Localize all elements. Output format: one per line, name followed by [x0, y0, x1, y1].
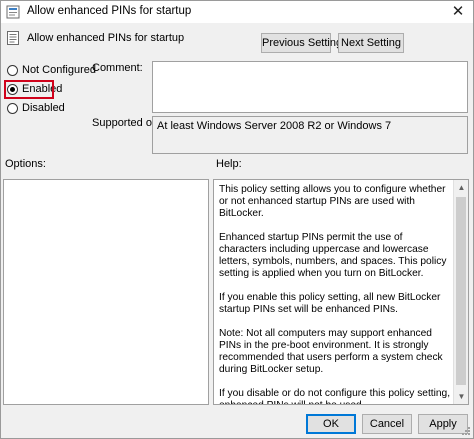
help-paragraph: Note: Not all computers may support enha… — [219, 328, 443, 375]
window-title: Allow enhanced PINs for startup — [27, 5, 192, 17]
scroll-up-arrow-icon[interactable]: ▲ — [454, 180, 468, 195]
cancel-button[interactable]: Cancel — [362, 414, 412, 434]
radio-not-configured-label: Not Configured — [22, 64, 96, 76]
next-setting-button[interactable]: Next Setting — [338, 33, 404, 53]
help-text: This policy setting allows you to config… — [219, 184, 451, 404]
scroll-down-arrow-icon[interactable]: ▼ — [454, 389, 468, 404]
help-paragraph: Enhanced startup PINs permit the use of … — [219, 232, 447, 279]
help-scrollbar[interactable]: ▲ ▼ — [453, 180, 468, 404]
ok-button[interactable]: OK — [306, 414, 356, 434]
scroll-thumb[interactable] — [456, 197, 466, 385]
policy-dialog-window: Allow enhanced PINs for startup ✕ Allow … — [0, 0, 474, 439]
comment-textarea[interactable] — [152, 61, 468, 113]
supported-on-value: At least Windows Server 2008 R2 or Windo… — [152, 116, 468, 154]
policy-document-icon — [7, 31, 19, 45]
help-paragraph: If you enable this policy setting, all n… — [219, 292, 441, 315]
resize-grip-icon[interactable] — [461, 426, 471, 436]
radio-disabled-indicator[interactable] — [7, 102, 18, 114]
radio-not-configured[interactable]: Not Configured — [7, 62, 96, 78]
comment-label: Comment: — [92, 62, 143, 74]
supported-on-label: Supported on: — [92, 117, 162, 129]
previous-setting-button[interactable]: Previous Setting — [261, 33, 342, 53]
enabled-highlight-box — [4, 80, 54, 99]
help-paragraph: This policy setting allows you to config… — [219, 184, 446, 219]
options-pane[interactable] — [3, 179, 209, 405]
policy-settings-icon — [6, 5, 20, 19]
title-bar[interactable]: Allow enhanced PINs for startup ✕ — [1, 1, 473, 23]
radio-not-configured-indicator[interactable] — [7, 64, 18, 76]
options-label: Options: — [5, 158, 46, 170]
radio-disabled-label: Disabled — [22, 102, 65, 114]
help-paragraph: If you disable or do not configure this … — [219, 388, 451, 404]
help-label: Help: — [216, 158, 242, 170]
help-pane[interactable]: This policy setting allows you to config… — [213, 179, 469, 405]
policy-title: Allow enhanced PINs for startup — [27, 32, 185, 44]
radio-disabled[interactable]: Disabled — [7, 100, 65, 116]
close-icon[interactable]: ✕ — [449, 3, 467, 21]
